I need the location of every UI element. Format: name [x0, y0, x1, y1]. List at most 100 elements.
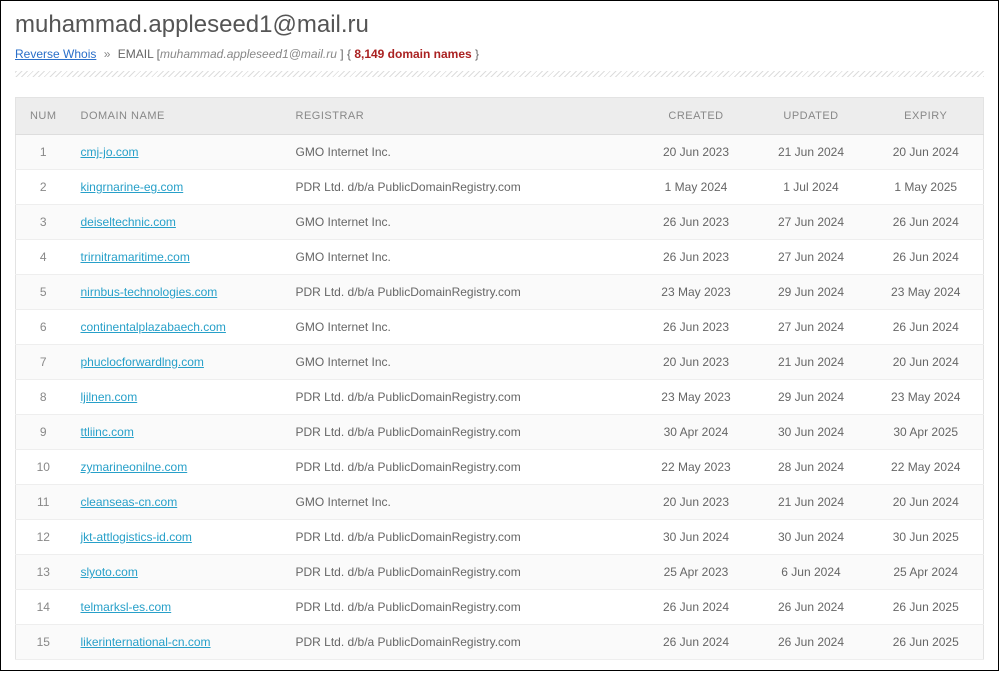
- col-updated[interactable]: UPDATED: [754, 98, 869, 135]
- cell-domain: telmarksl-es.com: [71, 590, 286, 625]
- cell-created: 20 Jun 2023: [639, 485, 754, 520]
- domain-link[interactable]: telmarksl-es.com: [81, 600, 172, 614]
- cell-expiry: 25 Apr 2024: [869, 555, 984, 590]
- table-row: 14 telmarksl-es.com PDR Ltd. d/b/a PublicD…: [16, 590, 984, 625]
- table-row: 2kingrnarine-eg.comPDR Ltd. d/b/a Public…: [16, 170, 984, 205]
- domain-link[interactable]: nirnbus-technologies.com: [81, 285, 218, 299]
- cell-registrar: GMO Internet Inc.: [286, 345, 639, 380]
- cell-registrar: GMO Internet Inc.: [286, 485, 639, 520]
- cell-registrar: PDR Ltd. d/b/a PublicDomainRegistry.com: [286, 590, 639, 625]
- cell-domain: continentalplazabaech.com: [71, 310, 286, 345]
- cell-expiry: 1 May 2025: [869, 170, 984, 205]
- domain-link[interactable]: trirnitramaritime.com: [81, 250, 190, 264]
- cell-registrar: GMO Internet Inc.: [286, 135, 639, 170]
- cell-created: 26 Jun 2023: [639, 205, 754, 240]
- cell-expiry: 26 Jun 2025: [869, 590, 984, 625]
- cell-updated: 28 Jun 2024: [754, 450, 869, 485]
- cell-num: 8: [16, 380, 71, 415]
- domain-link[interactable]: kingrnarine-eg.com: [81, 180, 184, 194]
- cell-updated: 27 Jun 2024: [754, 310, 869, 345]
- domain-link[interactable]: phuclocforwardlng.com: [81, 355, 204, 369]
- cell-created: 26 Jun 2024: [639, 625, 754, 660]
- cell-registrar: PDR Ltd. d/b/a PublicDomainRegistry.com: [286, 380, 639, 415]
- cell-num: 6: [16, 310, 71, 345]
- col-num[interactable]: NUM: [16, 98, 71, 135]
- cell-registrar: GMO Internet Inc.: [286, 310, 639, 345]
- table-row: 3deiseltechnic.comGMO Internet Inc.26 Ju…: [16, 205, 984, 240]
- breadcrumb-separator: »: [104, 47, 111, 61]
- cell-registrar: PDR Ltd. d/b/a PublicDomainRegistry.com: [286, 520, 639, 555]
- col-expiry[interactable]: EXPIRY: [869, 98, 984, 135]
- table-row: 8 ljilnen.com PDR Ltd. d/b/a PublicDomainR…: [16, 380, 984, 415]
- cell-num: 14: [16, 590, 71, 625]
- cell-registrar: PDR Ltd. d/b/a PublicDomainRegistry.com: [286, 415, 639, 450]
- domains-table: NUM DOMAIN NAME REGISTRAR CREATED UPDATE…: [15, 97, 984, 660]
- cell-registrar: GMO Internet Inc.: [286, 240, 639, 275]
- cell-created: 23 May 2023: [639, 275, 754, 310]
- table-row: 10zymarineonilne.comPDR Ltd. d/b/a Publi…: [16, 450, 984, 485]
- cell-domain: zymarineonilne.com: [71, 450, 286, 485]
- cell-domain: kingrnarine-eg.com: [71, 170, 286, 205]
- cell-created: 20 Jun 2023: [639, 135, 754, 170]
- cell-expiry: 23 May 2024: [869, 380, 984, 415]
- cell-registrar: PDR Ltd. d/b/a PublicDomainRegistry.com: [286, 625, 639, 660]
- cell-domain: likerinternational-cn.com: [71, 625, 286, 660]
- cell-updated: 26 Jun 2024: [754, 590, 869, 625]
- cell-created: 26 Jun 2023: [639, 240, 754, 275]
- header-area: muhammad.appleseed1@mail.ru Reverse Whoi…: [1, 1, 998, 97]
- domain-link[interactable]: ljilnen.com: [81, 390, 138, 404]
- cell-num: 11: [16, 485, 71, 520]
- cell-expiry: 30 Jun 2025: [869, 520, 984, 555]
- col-domain[interactable]: DOMAIN NAME: [71, 98, 286, 135]
- cell-expiry: 22 May 2024: [869, 450, 984, 485]
- cell-domain: phuclocforwardlng.com: [71, 345, 286, 380]
- cell-num: 15: [16, 625, 71, 660]
- table-row: 9 ttliinc.com PDR Ltd. d/b/a PublicDomainR…: [16, 415, 984, 450]
- col-created[interactable]: CREATED: [639, 98, 754, 135]
- breadcrumb-email: muhammad.appleseed1@mail.ru: [160, 47, 337, 61]
- table-row: 15 likerinternational-cn.com PDR Ltd. d/b/…: [16, 625, 984, 660]
- cell-expiry: 20 Jun 2024: [869, 345, 984, 380]
- domain-link[interactable]: ttliinc.com: [81, 425, 134, 439]
- content-area: NUM DOMAIN NAME REGISTRAR CREATED UPDATE…: [1, 97, 998, 670]
- domain-link[interactable]: continentalplazabaech.com: [81, 320, 226, 334]
- bracket-close: ]: [337, 47, 347, 61]
- table-row: 4trirnitramaritime.comGMO Internet Inc.2…: [16, 240, 984, 275]
- domain-link[interactable]: jkt-attlogistics-id.com: [81, 530, 192, 544]
- cell-updated: 27 Jun 2024: [754, 240, 869, 275]
- cell-created: 20 Jun 2023: [639, 345, 754, 380]
- table-row: 5nirnbus-technologies.comPDR Ltd. d/b/a …: [16, 275, 984, 310]
- cell-updated: 30 Jun 2024: [754, 520, 869, 555]
- domain-link[interactable]: deiseltechnic.com: [81, 215, 176, 229]
- domain-link[interactable]: likerinternational-cn.com: [81, 635, 211, 649]
- table-row: 12 jkt-attlogistics-id.com PDR Ltd. d/b/a …: [16, 520, 984, 555]
- domain-link[interactable]: cleanseas-cn.com: [81, 495, 178, 509]
- count-close: }: [475, 47, 479, 61]
- cell-domain: jkt-attlogistics-id.com: [71, 520, 286, 555]
- cell-registrar: GMO Internet Inc.: [286, 205, 639, 240]
- domain-link[interactable]: slyoto.com: [81, 565, 138, 579]
- cell-num: 1: [16, 135, 71, 170]
- cell-num: 9: [16, 415, 71, 450]
- cell-domain: cleanseas-cn.com: [71, 485, 286, 520]
- domain-link[interactable]: cmj-jo.com: [81, 145, 139, 159]
- table-header: NUM DOMAIN NAME REGISTRAR CREATED UPDATE…: [16, 98, 984, 135]
- domain-link[interactable]: zymarineonilne.com: [81, 460, 188, 474]
- table-row: 1cmj-jo.comGMO Internet Inc.20 Jun 20232…: [16, 135, 984, 170]
- cell-expiry: 26 Jun 2024: [869, 205, 984, 240]
- page-container: muhammad.appleseed1@mail.ru Reverse Whoi…: [0, 0, 999, 671]
- cell-num: 2: [16, 170, 71, 205]
- count-open: {: [347, 47, 351, 61]
- domain-count: 8,149 domain names: [354, 47, 471, 61]
- cell-domain: nirnbus-technologies.com: [71, 275, 286, 310]
- cell-num: 10: [16, 450, 71, 485]
- cell-created: 1 May 2024: [639, 170, 754, 205]
- col-registrar[interactable]: REGISTRAR: [286, 98, 639, 135]
- cell-num: 3: [16, 205, 71, 240]
- reverse-whois-link[interactable]: Reverse Whois: [15, 47, 96, 61]
- cell-updated: 30 Jun 2024: [754, 415, 869, 450]
- cell-expiry: 26 Jun 2024: [869, 240, 984, 275]
- cell-expiry: 26 Jun 2025: [869, 625, 984, 660]
- cell-updated: 21 Jun 2024: [754, 485, 869, 520]
- cell-num: 12: [16, 520, 71, 555]
